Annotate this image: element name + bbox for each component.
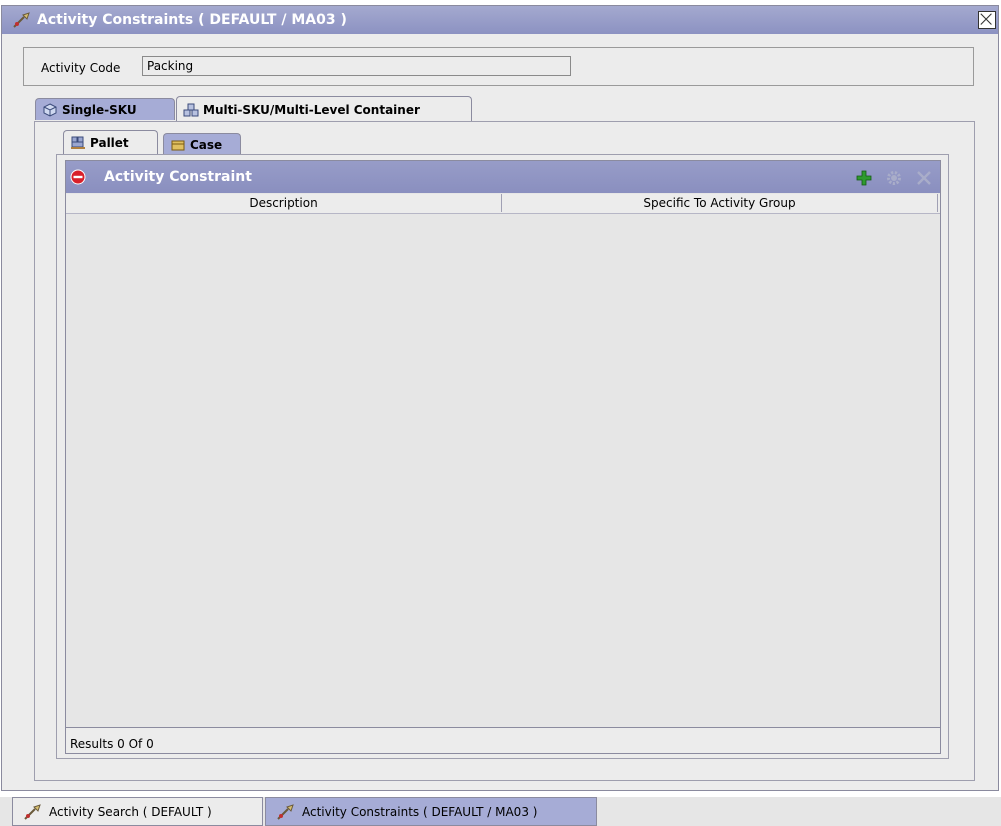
activity-wrench-icon — [277, 803, 294, 820]
taskbar: Activity Search ( DEFAULT ) Activity Con… — [0, 797, 1001, 826]
grid-header: Activity Constraint — [66, 161, 940, 193]
activity-code-label: Activity Code — [41, 61, 121, 75]
tab-single-sku[interactable]: Single-SKU — [35, 98, 175, 120]
tab-pallet[interactable]: Pallet — [63, 130, 158, 155]
task-label: Activity Search ( DEFAULT ) — [49, 804, 212, 819]
grid-title: Activity Constraint — [104, 169, 252, 185]
close-button[interactable] — [978, 11, 996, 29]
activity-code-panel: Activity Code Packing — [23, 47, 974, 86]
tab-label: Pallet — [90, 136, 129, 150]
title-bar: Activity Constraints ( DEFAULT / MA03 ) — [2, 6, 998, 34]
task-activity-search[interactable]: Activity Search ( DEFAULT ) — [12, 797, 263, 826]
tab-case[interactable]: Case — [163, 133, 241, 155]
activity-wrench-icon — [13, 12, 30, 28]
case-icon — [171, 140, 185, 150]
tab-multi-sku-container[interactable]: Multi-SKU/Multi-Level Container — [176, 96, 472, 122]
tab-label: Case — [190, 137, 223, 152]
multi-container-icon — [183, 103, 199, 116]
grid-actions — [856, 170, 932, 186]
column-header-specific-to-activity-group[interactable]: Specific To Activity Group — [502, 194, 938, 212]
delete-icon[interactable] — [916, 170, 932, 186]
task-label: Activity Constraints ( DEFAULT / MA03 ) — [302, 804, 538, 819]
task-activity-constraints[interactable]: Activity Constraints ( DEFAULT / MA03 ) — [265, 797, 597, 826]
activity-code-field: Packing — [142, 56, 571, 76]
cube-icon — [43, 102, 57, 117]
activity-constraints-window: Activity Constraints ( DEFAULT / MA03 ) … — [1, 5, 999, 791]
add-icon[interactable] — [856, 170, 872, 186]
tab-label: Single-SKU — [62, 102, 137, 117]
column-header-row: Description Specific To Activity Group — [66, 194, 940, 214]
collapse-icon[interactable] — [70, 169, 86, 185]
tab-label: Multi-SKU/Multi-Level Container — [203, 102, 420, 117]
gear-icon[interactable] — [886, 170, 902, 186]
activity-constraint-panel: Activity Constraint Description Specific… — [65, 160, 941, 754]
window-title: Activity Constraints ( DEFAULT / MA03 ) — [37, 12, 347, 28]
close-icon — [980, 13, 992, 25]
pallet-icon — [71, 136, 85, 149]
activity-wrench-icon — [24, 803, 41, 820]
column-header-description[interactable]: Description — [66, 194, 502, 212]
results-count: Results 0 Of 0 — [66, 727, 940, 753]
